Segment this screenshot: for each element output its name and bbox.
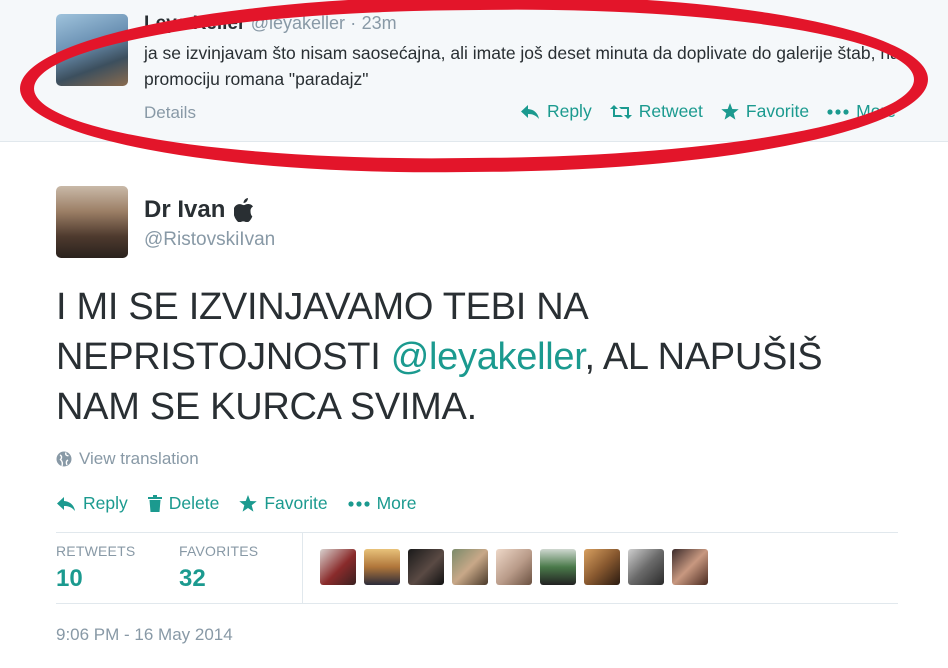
retweet-icon	[609, 104, 632, 119]
more-label: More	[856, 101, 896, 121]
separator-dot: ·	[350, 13, 357, 33]
retweets-count: 10	[56, 565, 83, 592]
retweets-stat[interactable]: RETWEETS 10	[56, 543, 135, 593]
main-tweet-text: I MI SE IZVINJAVAMO TEBI NA NEPRISTOJNOS…	[56, 282, 916, 432]
author-name[interactable]: Leya Keller	[144, 13, 245, 34]
main-author-name[interactable]: Dr Ivan	[144, 196, 254, 224]
favorites-count: 32	[179, 565, 206, 592]
stats-divider	[302, 533, 303, 603]
favorite-label: Favorite	[745, 101, 810, 121]
retweets-label: RETWEETS	[56, 543, 136, 559]
tweet-actions: Reply Retweet Favorite More	[520, 101, 896, 122]
globe-icon	[56, 451, 72, 467]
main-author-handle[interactable]: @RistovskiIvan	[144, 229, 275, 251]
reply-icon	[57, 496, 75, 511]
trash-icon	[147, 495, 162, 512]
star-icon	[721, 103, 739, 120]
view-translation-label: View translation	[79, 449, 199, 468]
favorite-label: Favorite	[264, 493, 328, 513]
favoriter-avatar[interactable]	[320, 549, 356, 585]
favorites-stat[interactable]: FAVORITES 32	[179, 543, 258, 593]
more-dots-icon	[347, 500, 370, 507]
retweet-label: Retweet	[638, 101, 703, 121]
more-label: More	[376, 493, 417, 513]
tweet-time[interactable]: 23m	[362, 13, 397, 33]
favoriter-avatar[interactable]	[364, 549, 400, 585]
avatar-dr-ivan[interactable]	[56, 186, 128, 258]
favorite-button[interactable]: Favorite	[239, 493, 328, 514]
favorites-label: FAVORITES	[179, 543, 259, 559]
reply-button[interactable]: Reply	[520, 101, 592, 122]
favorite-button[interactable]: Favorite	[721, 101, 809, 122]
view-translation-link[interactable]: View translation	[56, 449, 199, 469]
avatar-leya-keller[interactable]	[56, 14, 128, 86]
more-dots-icon	[827, 108, 849, 115]
reply-label: Reply	[83, 493, 128, 513]
favoriters-avatars	[320, 549, 708, 585]
favoriter-avatar[interactable]	[672, 549, 708, 585]
reply-label: Reply	[546, 101, 592, 121]
more-button[interactable]: More	[827, 101, 896, 122]
tweet-text: ja se izvinjavam što nisam saosećajna, a…	[144, 43, 900, 89]
main-tweet-actions: Reply Delete Favorite More	[56, 493, 416, 514]
tweet-header: Leya Keller @leyakeller · 23m	[144, 13, 397, 35]
delete-label: Delete	[168, 493, 220, 513]
delete-button[interactable]: Delete	[147, 493, 220, 514]
tweet-timestamp: 9:06 PM - 16 May 2014	[56, 625, 233, 644]
tweet-stats: RETWEETS 10 FAVORITES 32	[56, 532, 898, 604]
reply-icon	[520, 104, 539, 119]
more-button[interactable]: More	[347, 493, 417, 514]
favoriter-avatar[interactable]	[452, 549, 488, 585]
favoriter-avatar[interactable]	[584, 549, 620, 585]
highlighted-tweet: Leya Keller @leyakeller · 23m ja se izvi…	[0, 0, 948, 142]
reply-button[interactable]: Reply	[56, 493, 128, 514]
favoriter-avatar[interactable]	[408, 549, 444, 585]
favoriter-avatar[interactable]	[496, 549, 532, 585]
author-handle[interactable]: @leyakeller	[251, 13, 345, 33]
retweet-button[interactable]: Retweet	[609, 101, 703, 122]
favoriter-avatar[interactable]	[628, 549, 664, 585]
star-icon	[239, 495, 258, 512]
author-name-text: Dr Ivan	[144, 196, 226, 223]
details-link[interactable]: Details	[144, 103, 196, 123]
mention-link[interactable]: @leyakeller	[391, 336, 585, 378]
favoriter-avatar[interactable]	[540, 549, 576, 585]
apple-icon	[234, 198, 254, 222]
